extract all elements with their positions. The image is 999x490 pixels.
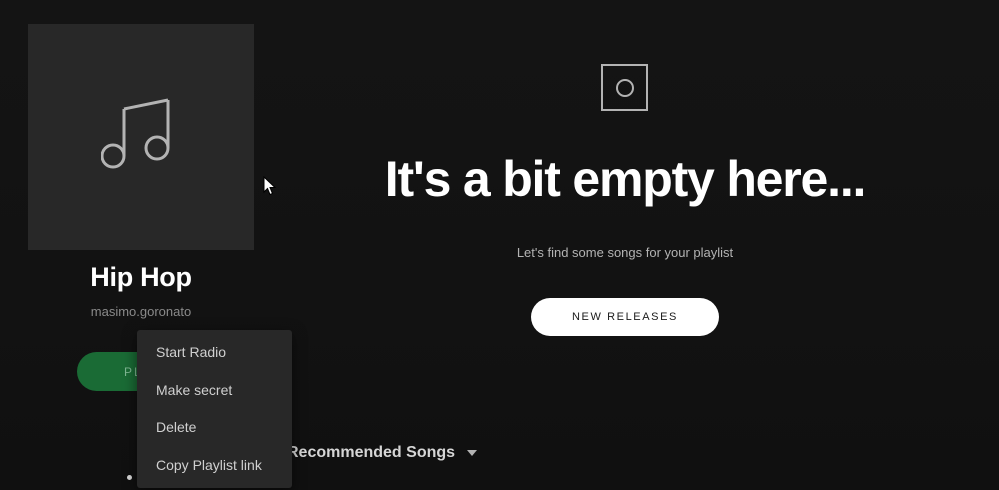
- menu-item-make-secret[interactable]: Make secret: [137, 376, 292, 414]
- menu-item-copy-playlist-link[interactable]: Copy Playlist link: [137, 451, 292, 489]
- context-menu: Start Radio Make secret Delete Copy Play…: [137, 330, 292, 488]
- mouse-cursor-icon: [263, 175, 277, 201]
- recommended-songs-label: Recommended Songs: [287, 444, 456, 461]
- pagination-dot: [127, 475, 132, 480]
- menu-item-delete[interactable]: Delete: [137, 413, 292, 451]
- playlist-cover[interactable]: [28, 24, 254, 250]
- new-releases-button[interactable]: NEW RELEASES: [531, 298, 719, 336]
- empty-box-icon: [601, 64, 648, 111]
- app-window: Hip Hop masimo.goronato PLAY It's a bit …: [0, 0, 999, 490]
- empty-state-subtitle: Let's find some songs for your playlist: [516, 245, 734, 260]
- new-releases-label: NEW RELEASES: [571, 311, 678, 323]
- menu-item-start-radio[interactable]: Start Radio: [137, 338, 292, 376]
- empty-state-title: It's a bit empty here...: [384, 151, 867, 207]
- recommended-songs-toggle[interactable]: Recommended Songs: [287, 444, 478, 462]
- playlist-title: Hip Hop: [90, 262, 192, 292]
- music-note-icon: [101, 98, 170, 169]
- playlist-owner-link[interactable]: masimo.goronato: [28, 304, 254, 319]
- chevron-down-icon: [467, 450, 478, 456]
